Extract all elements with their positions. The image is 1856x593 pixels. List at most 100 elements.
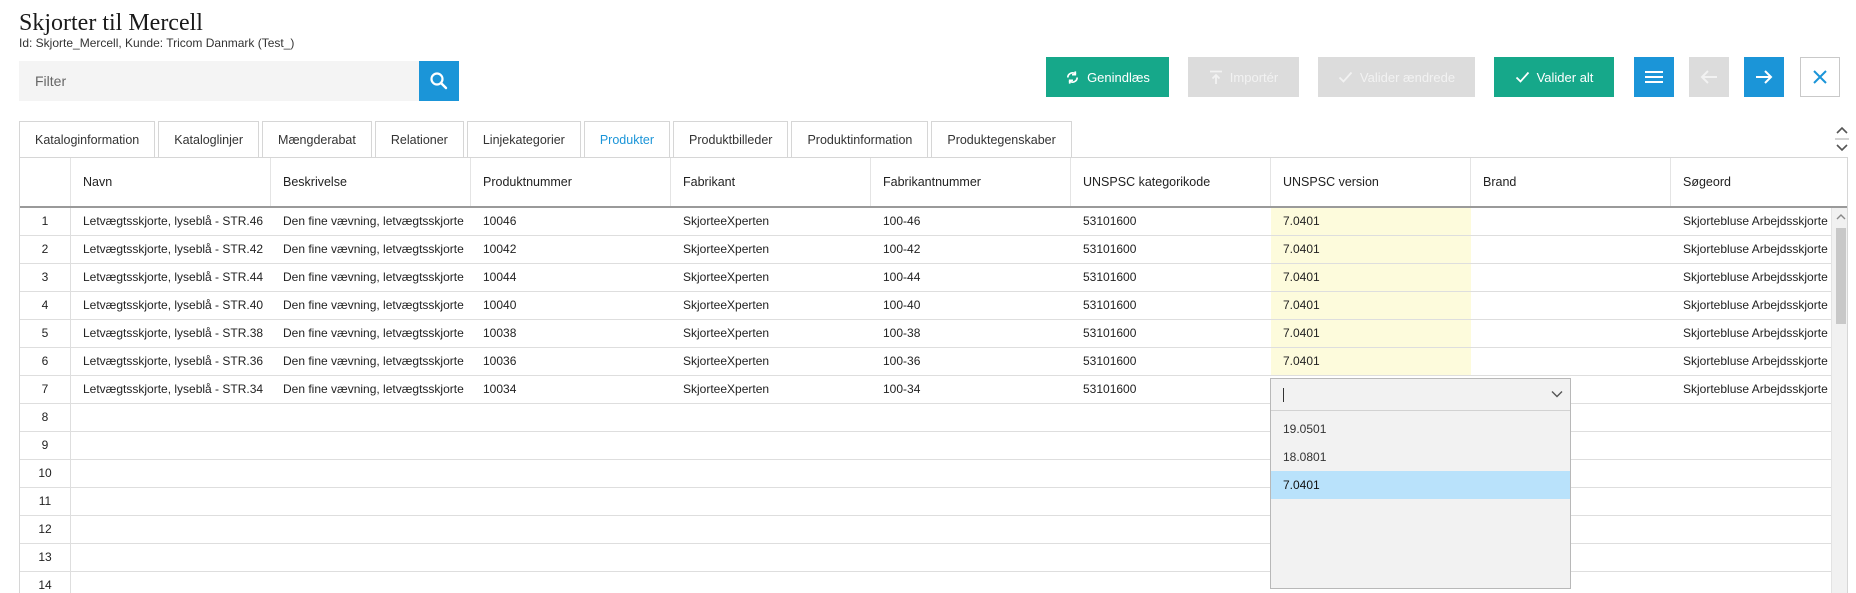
cell-brand[interactable] xyxy=(1471,264,1671,291)
cell-unspsc-kategorikode[interactable]: 53101600 xyxy=(1071,236,1271,263)
arrow-left-icon xyxy=(1700,70,1717,84)
cell-soegeord[interactable]: Skjortebluse Arbejdsskjorte xyxy=(1671,292,1831,319)
cell-beskrivelse[interactable]: Den fine vævning, letvægtsskjorte xyxy=(271,320,471,347)
tab-linjekategorier[interactable]: Linjekategorier xyxy=(466,121,581,157)
cell-navn[interactable]: Letvægtsskjorte, lyseblå - STR.44 xyxy=(71,264,271,291)
cell-beskrivelse[interactable]: Den fine vævning, letvægtsskjorte xyxy=(271,208,471,235)
dropdown-option[interactable]: 19.0501 xyxy=(1271,415,1570,443)
cell-fabrikantnummer[interactable]: 100-34 xyxy=(871,376,1071,403)
cell-navn[interactable]: Letvægtsskjorte, lyseblå - STR.40 xyxy=(71,292,271,319)
search-button[interactable] xyxy=(419,61,459,101)
cell-fabrikantnummer[interactable]: 100-36 xyxy=(871,348,1071,375)
cell-soegeord[interactable]: Skjortebluse Arbejdsskjorte xyxy=(1671,348,1831,375)
cell-beskrivelse[interactable]: Den fine vævning, letvægtsskjorte xyxy=(271,236,471,263)
tab-kataloginformation[interactable]: Kataloginformation xyxy=(19,121,156,157)
cell-unspsc-kategorikode[interactable]: 53101600 xyxy=(1071,348,1271,375)
column-header-unspsc-version[interactable]: UNSPSC version xyxy=(1271,158,1471,206)
hamburger-icon xyxy=(1645,71,1663,83)
cell-soegeord[interactable]: Skjortebluse Arbejdsskjorte xyxy=(1671,320,1831,347)
cell-unspsc-version[interactable]: 7.0401 xyxy=(1271,320,1471,347)
cell-fabrikant[interactable]: SkjorteeXperten xyxy=(671,264,871,291)
cell-produktnummer[interactable]: 10040 xyxy=(471,292,671,319)
cell-unspsc-version[interactable]: 7.0401 xyxy=(1271,208,1471,235)
dropdown-option[interactable]: 18.0801 xyxy=(1271,443,1570,471)
cell-produktnummer[interactable]: 10044 xyxy=(471,264,671,291)
cell-soegeord[interactable]: Skjortebluse Arbejdsskjorte xyxy=(1671,208,1831,235)
vertical-scrollbar[interactable] xyxy=(1831,208,1847,593)
close-button[interactable] xyxy=(1800,57,1840,97)
cell-brand[interactable] xyxy=(1471,208,1671,235)
cell-unspsc-version[interactable]: 7.0401 xyxy=(1271,348,1471,375)
cell-navn[interactable]: Letvægtsskjorte, lyseblå - STR.36 xyxy=(71,348,271,375)
cell-soegeord[interactable]: Skjortebluse Arbejdsskjorte xyxy=(1671,264,1831,291)
next-button[interactable] xyxy=(1744,57,1784,97)
scrollbar-thumb[interactable] xyxy=(1836,228,1846,324)
cell-fabrikant[interactable]: SkjorteeXperten xyxy=(671,320,871,347)
column-header-brand[interactable]: Brand xyxy=(1471,158,1671,206)
cell-soegeord[interactable]: Skjortebluse Arbejdsskjorte xyxy=(1671,236,1831,263)
cell-beskrivelse[interactable]: Den fine vævning, letvægtsskjorte xyxy=(271,376,471,403)
cell-beskrivelse[interactable]: Den fine vævning, letvægtsskjorte xyxy=(271,292,471,319)
column-header-beskrivelse[interactable]: Beskrivelse xyxy=(271,158,471,206)
cell-fabrikant[interactable]: SkjorteeXperten xyxy=(671,236,871,263)
cell-fabrikantnummer[interactable]: 100-44 xyxy=(871,264,1071,291)
cell-fabrikant[interactable]: SkjorteeXperten xyxy=(671,348,871,375)
cell-fabrikantnummer[interactable]: 100-40 xyxy=(871,292,1071,319)
column-header-soegeord[interactable]: Søgeord xyxy=(1671,158,1847,206)
unspsc-version-dropdown-input[interactable] xyxy=(1271,379,1570,411)
cell-fabrikantnummer[interactable]: 100-42 xyxy=(871,236,1071,263)
column-header-fabrikant[interactable]: Fabrikant xyxy=(671,158,871,206)
chevron-down-icon[interactable] xyxy=(1551,390,1563,398)
cell-navn[interactable]: Letvægtsskjorte, lyseblå - STR.38 xyxy=(71,320,271,347)
cell-produktnummer[interactable]: 10038 xyxy=(471,320,671,347)
cell-unspsc-version[interactable]: 7.0401 xyxy=(1271,264,1471,291)
previous-button[interactable] xyxy=(1689,57,1729,97)
column-header-fabrikantnummer[interactable]: Fabrikantnummer xyxy=(871,158,1071,206)
cell-beskrivelse[interactable]: Den fine vævning, letvægtsskjorte xyxy=(271,348,471,375)
dropdown-option-selected[interactable]: 7.0401 xyxy=(1271,471,1570,499)
cell-produktnummer[interactable]: 10046 xyxy=(471,208,671,235)
cell-fabrikantnummer[interactable]: 100-38 xyxy=(871,320,1071,347)
validate-changed-button[interactable]: Valider ændrede xyxy=(1318,57,1475,97)
cell-navn[interactable]: Letvægtsskjorte, lyseblå - STR.34 xyxy=(71,376,271,403)
cell-beskrivelse[interactable]: Den fine vævning, letvægtsskjorte xyxy=(271,264,471,291)
cell-fabrikant[interactable]: SkjorteeXperten xyxy=(671,376,871,403)
column-header-produktnummer[interactable]: Produktnummer xyxy=(471,158,671,206)
reload-button[interactable]: Genindlæs xyxy=(1046,57,1169,97)
cell-unspsc-kategorikode[interactable]: 53101600 xyxy=(1071,320,1271,347)
cell-soegeord[interactable]: Skjortebluse Arbejdsskjorte xyxy=(1671,376,1831,403)
tab-scroll-arrows[interactable] xyxy=(1834,124,1850,154)
cell-produktnummer[interactable]: 10036 xyxy=(471,348,671,375)
cell-unspsc-kategorikode[interactable]: 53101600 xyxy=(1071,376,1271,403)
filter-input[interactable] xyxy=(19,61,419,101)
tab-produkter[interactable]: Produkter xyxy=(583,121,671,157)
cell-navn[interactable]: Letvægtsskjorte, lyseblå - STR.46 xyxy=(71,208,271,235)
cell-produktnummer[interactable]: 10034 xyxy=(471,376,671,403)
tab-relationer[interactable]: Relationer xyxy=(374,121,464,157)
cell-unspsc-kategorikode[interactable]: 53101600 xyxy=(1071,208,1271,235)
menu-button[interactable] xyxy=(1634,57,1674,97)
cell-unspsc-version[interactable]: 7.0401 xyxy=(1271,236,1471,263)
tab-produktinformation[interactable]: Produktinformation xyxy=(791,121,929,157)
import-button[interactable]: Importér xyxy=(1188,57,1299,97)
tab-produktbilleder[interactable]: Produktbilleder xyxy=(673,121,789,157)
tab-produktegenskaber[interactable]: Produktegenskaber xyxy=(931,121,1072,157)
column-header-unspsc-kategorikode[interactable]: UNSPSC kategorikode xyxy=(1071,158,1271,206)
cell-fabrikantnummer[interactable]: 100-46 xyxy=(871,208,1071,235)
cell-navn[interactable]: Letvægtsskjorte, lyseblå - STR.42 xyxy=(71,236,271,263)
cell-brand[interactable] xyxy=(1471,236,1671,263)
row-number: 5 xyxy=(20,320,71,347)
cell-brand[interactable] xyxy=(1471,320,1671,347)
cell-fabrikant[interactable]: SkjorteeXperten xyxy=(671,208,871,235)
cell-brand[interactable] xyxy=(1471,292,1671,319)
cell-brand[interactable] xyxy=(1471,348,1671,375)
cell-unspsc-version[interactable]: 7.0401 xyxy=(1271,292,1471,319)
validate-all-button[interactable]: Valider alt xyxy=(1494,57,1614,97)
cell-fabrikant[interactable]: SkjorteeXperten xyxy=(671,292,871,319)
cell-unspsc-kategorikode[interactable]: 53101600 xyxy=(1071,264,1271,291)
column-header-navn[interactable]: Navn xyxy=(71,158,271,206)
tab-maengderabat[interactable]: Mængderabat xyxy=(262,121,372,157)
cell-unspsc-kategorikode[interactable]: 53101600 xyxy=(1071,292,1271,319)
cell-produktnummer[interactable]: 10042 xyxy=(471,236,671,263)
tab-kataloglinjer[interactable]: Kataloglinjer xyxy=(158,121,260,157)
